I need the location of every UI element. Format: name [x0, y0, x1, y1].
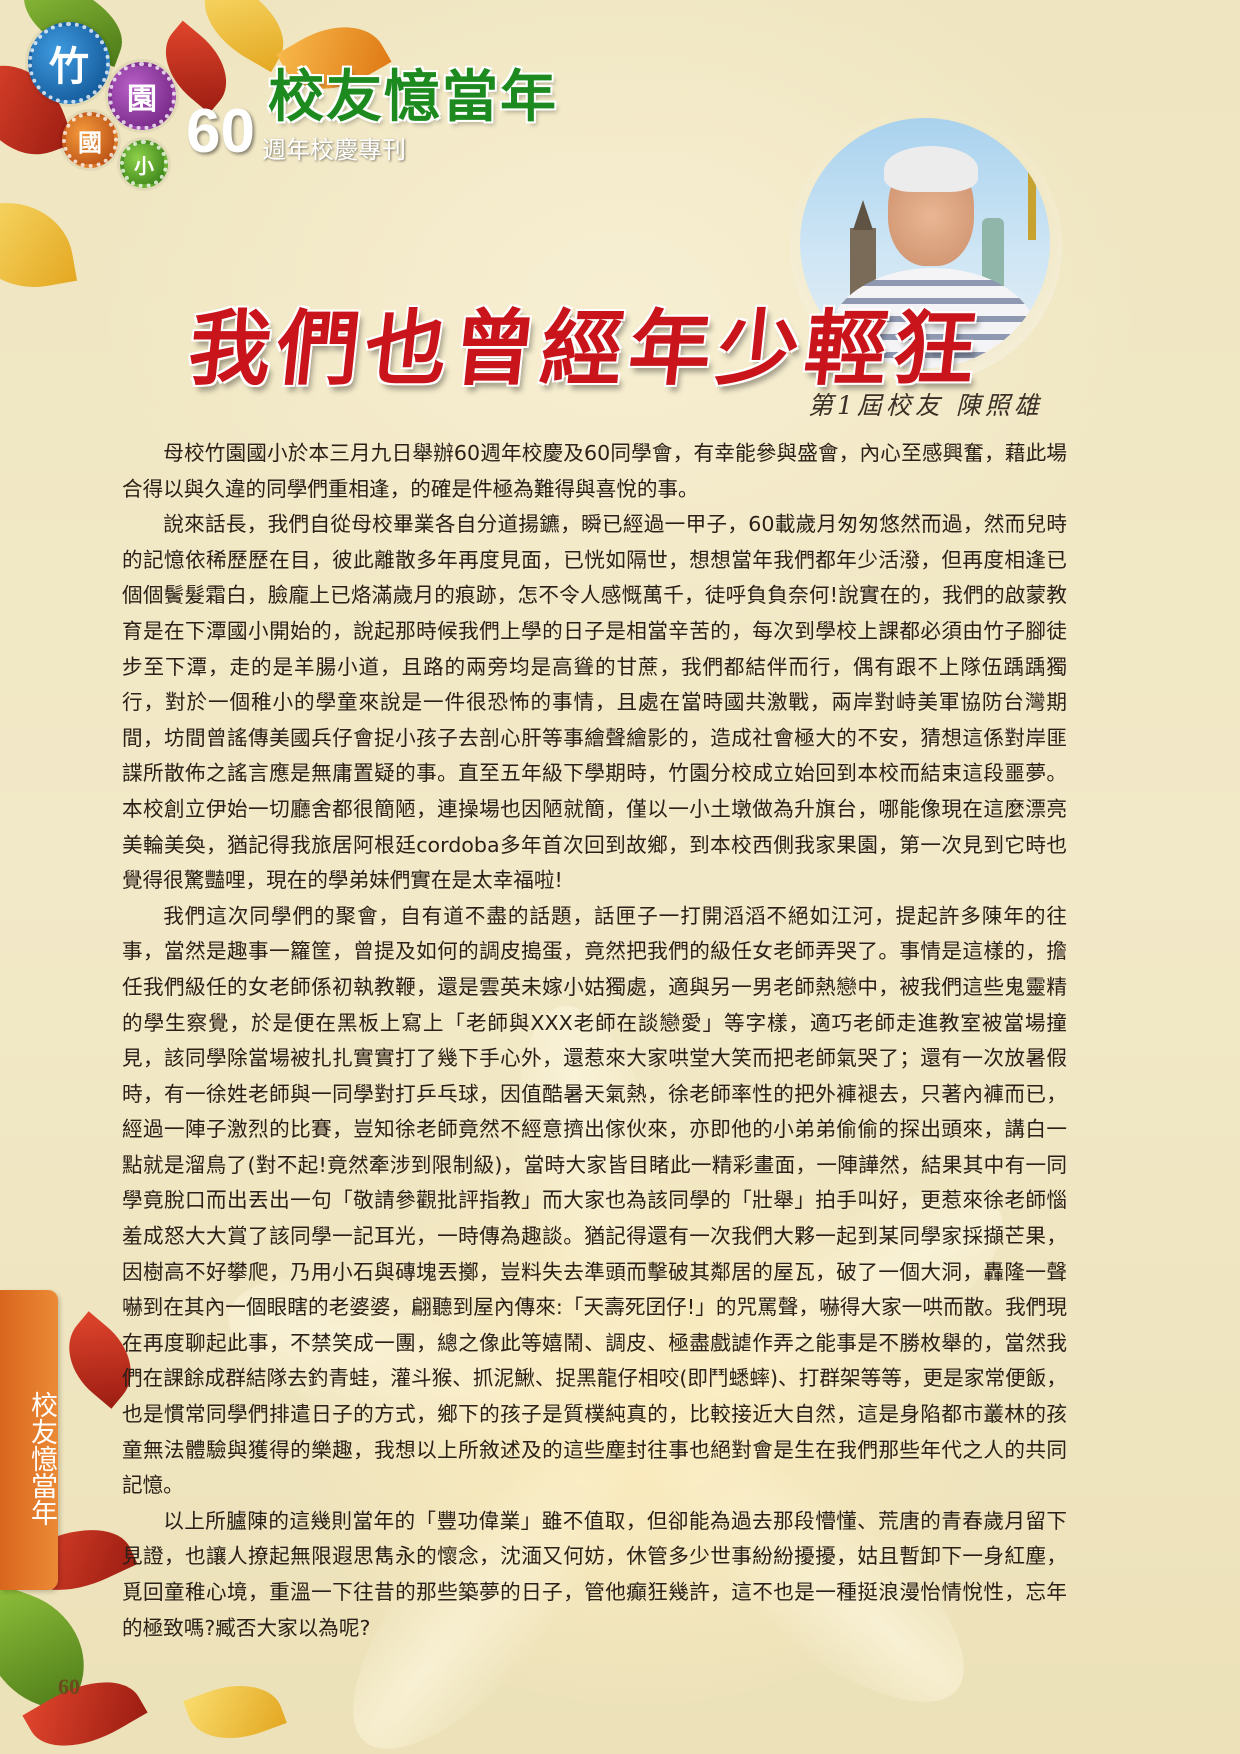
school-badge-yuan: 園 [108, 62, 176, 130]
article-body: 母校竹園國小於本三月九日舉辦60週年校慶及60同學會，有幸能參與盛會，內心至感興… [122, 436, 1067, 1646]
article-paragraph: 母校竹園國小於本三月九日舉辦60週年校慶及60同學會，有幸能參與盛會，內心至感興… [122, 441, 1067, 501]
school-badge-xiao: 小 [120, 140, 168, 188]
article-paragraph: 我們這次同學們的聚會，自有道不盡的話題，話匣子一打開滔滔不絕如江河，提起許多陳年… [122, 903, 1067, 1498]
sign-post [1028, 170, 1036, 240]
page-number: 60 [58, 1674, 80, 1699]
school-badge-zhu: 竹 [28, 22, 110, 104]
side-tab-label: 校友憶當年 [26, 1390, 57, 1526]
article-paragraph: 以上所臚陳的這幾則當年的「豐功偉業」雖不值取，但卻能為過去那段懵懂、荒唐的青春歲… [122, 1508, 1067, 1640]
publication-subtitle: 週年校慶專刊 [262, 136, 406, 164]
article-title: 我們也曾經年少輕狂 [184, 301, 987, 397]
school-badge-guo: 國 [62, 112, 118, 168]
section-title: 校友憶當年 [268, 64, 558, 130]
author-byline: 第1屆校友 陳照雄 [808, 391, 1043, 420]
article-paragraph: 說來話長，我們自從母校畢業各自分道揚鑣，瞬已經過一甲子，60載歲月匆匆悠然而過，… [122, 512, 1067, 893]
person-hair [884, 146, 978, 192]
anniversary-number: 60 [186, 97, 255, 166]
side-section-tab: 校友憶當年 [0, 1290, 58, 1590]
